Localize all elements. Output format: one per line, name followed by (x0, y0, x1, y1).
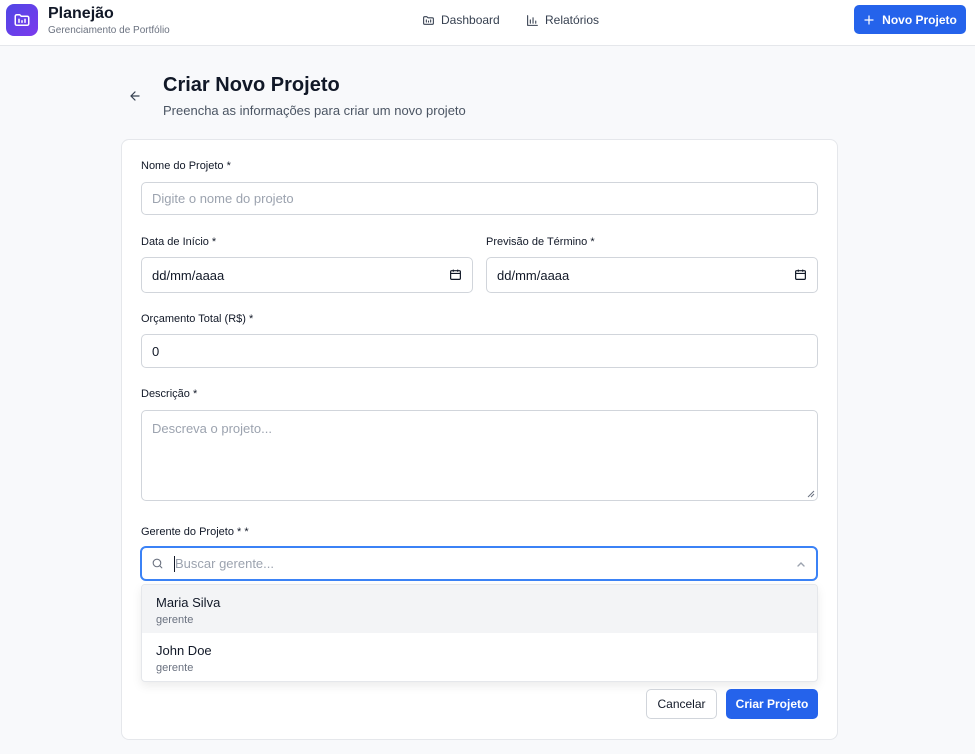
calendar-icon[interactable] (794, 268, 807, 281)
project-name-label: Nome do Projeto * (141, 160, 231, 172)
end-date-value: dd/mm/aaaa (497, 267, 570, 283)
create-project-button[interactable]: Criar Projeto (726, 689, 818, 719)
search-icon (152, 558, 163, 569)
budget-value: 0 (152, 343, 160, 359)
bar-chart-icon (527, 14, 538, 26)
manager-label: Gerente do Projeto * * (141, 526, 249, 538)
app-logo[interactable] (6, 4, 38, 36)
nav-reports-label: Relatórios (545, 13, 600, 27)
manager-search-placeholder: Buscar gerente... (175, 556, 274, 571)
page-subtitle: Preencha as informações para criar um no… (163, 103, 466, 118)
end-date-input[interactable]: dd/mm/aaaa (486, 257, 818, 293)
plus-icon (864, 14, 874, 25)
nav-dashboard[interactable]: Dashboard (422, 13, 500, 27)
portfolio-icon (14, 14, 30, 26)
end-date-label: Previsão de Término * (486, 236, 595, 248)
manager-option-role: gerente (156, 662, 194, 674)
nav-reports[interactable]: Relatórios (526, 13, 599, 27)
manager-option[interactable]: Maria Silva gerente (142, 585, 817, 633)
top-navbar: Planejão Gerenciamento de Portfólio Dash… (0, 0, 975, 46)
manager-dropdown: Maria Silva gerente John Doe gerente (141, 584, 818, 682)
start-date-label: Data de Início * (141, 236, 217, 248)
project-name-input[interactable]: Digite o nome do projeto (141, 182, 818, 215)
description-textarea[interactable]: Descreva o projeto... (141, 410, 818, 501)
cancel-button[interactable]: Cancelar (646, 689, 717, 719)
manager-option-name: Maria Silva (156, 595, 221, 610)
start-date-input[interactable]: dd/mm/aaaa (141, 257, 473, 293)
dashboard-icon (423, 15, 434, 25)
new-project-button[interactable]: Novo Projeto (854, 5, 966, 34)
arrow-left-icon (130, 91, 140, 101)
back-button[interactable] (125, 86, 145, 106)
chevron-up-icon[interactable] (796, 560, 806, 568)
manager-option-name: John Doe (156, 643, 212, 658)
project-name-placeholder: Digite o nome do projeto (152, 191, 294, 206)
app-title[interactable]: Planejão (48, 5, 114, 23)
page-title: Criar Novo Projeto (163, 74, 340, 96)
manager-option[interactable]: John Doe gerente (142, 633, 817, 681)
calendar-icon[interactable] (449, 268, 462, 281)
nav-dashboard-label: Dashboard (441, 13, 500, 27)
new-project-label: Novo Projeto (882, 12, 957, 27)
description-label: Descrição * (141, 388, 198, 400)
manager-option-role: gerente (156, 614, 194, 626)
start-date-value: dd/mm/aaaa (152, 267, 225, 283)
description-placeholder: Descreva o projeto... (152, 421, 272, 436)
manager-search-combobox[interactable]: Buscar gerente... (140, 546, 818, 581)
budget-label: Orçamento Total (R$) * (141, 313, 254, 325)
app-subtitle: Gerenciamento de Portfólio (48, 25, 170, 36)
budget-input[interactable]: 0 (141, 334, 818, 368)
resize-handle-icon[interactable] (807, 490, 815, 498)
